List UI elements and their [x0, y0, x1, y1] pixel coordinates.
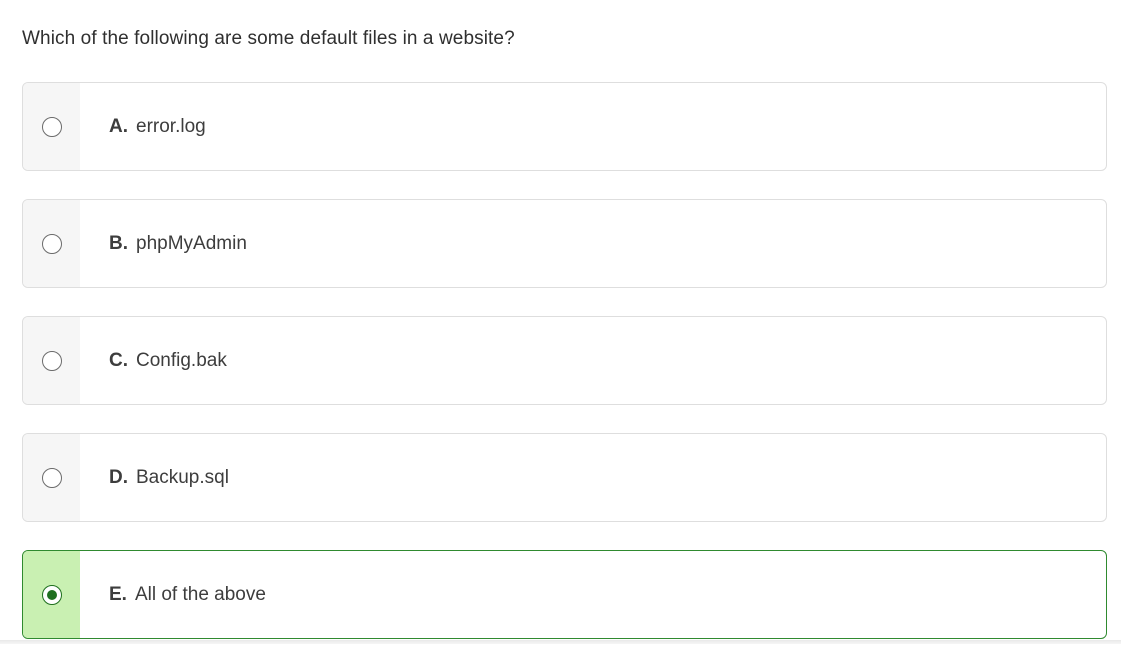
radio-gutter	[23, 317, 80, 404]
option-e[interactable]: E. All of the above	[22, 550, 1107, 639]
option-text: phpMyAdmin	[136, 232, 247, 254]
option-letter: E.	[109, 583, 127, 605]
option-letter: A.	[109, 115, 128, 137]
radio-unchecked-icon[interactable]	[41, 233, 62, 254]
option-c[interactable]: C. Config.bak	[22, 316, 1107, 405]
option-body: C. Config.bak	[80, 317, 1106, 404]
option-body: B. phpMyAdmin	[80, 200, 1106, 287]
option-body: D. Backup.sql	[80, 434, 1106, 521]
option-body: A. error.log	[80, 83, 1106, 170]
option-b[interactable]: B. phpMyAdmin	[22, 199, 1107, 288]
option-text: Config.bak	[136, 349, 227, 371]
radio-gutter	[23, 200, 80, 287]
option-letter: D.	[109, 466, 128, 488]
answer-options: A. error.log B. phpMyAdmin C. Config.bak	[22, 82, 1107, 655]
option-letter: C.	[109, 349, 128, 371]
option-text: All of the above	[134, 583, 266, 605]
option-text: error.log	[136, 115, 206, 137]
option-a[interactable]: A. error.log	[22, 82, 1107, 171]
radio-gutter	[23, 83, 80, 170]
option-text: Backup.sql	[136, 466, 229, 488]
radio-unchecked-icon[interactable]	[41, 116, 62, 137]
question-text: Which of the following are some default …	[22, 28, 515, 49]
radio-unchecked-icon[interactable]	[41, 467, 62, 488]
option-body: E. All of the above	[80, 551, 1106, 638]
option-letter: B.	[109, 232, 128, 254]
bottom-divider	[0, 640, 1121, 644]
radio-unchecked-icon[interactable]	[41, 350, 62, 371]
radio-gutter	[23, 551, 80, 638]
radio-gutter	[23, 434, 80, 521]
option-d[interactable]: D. Backup.sql	[22, 433, 1107, 522]
quiz-page: Which of the following are some default …	[0, 0, 1121, 655]
radio-checked-icon[interactable]	[41, 584, 62, 605]
